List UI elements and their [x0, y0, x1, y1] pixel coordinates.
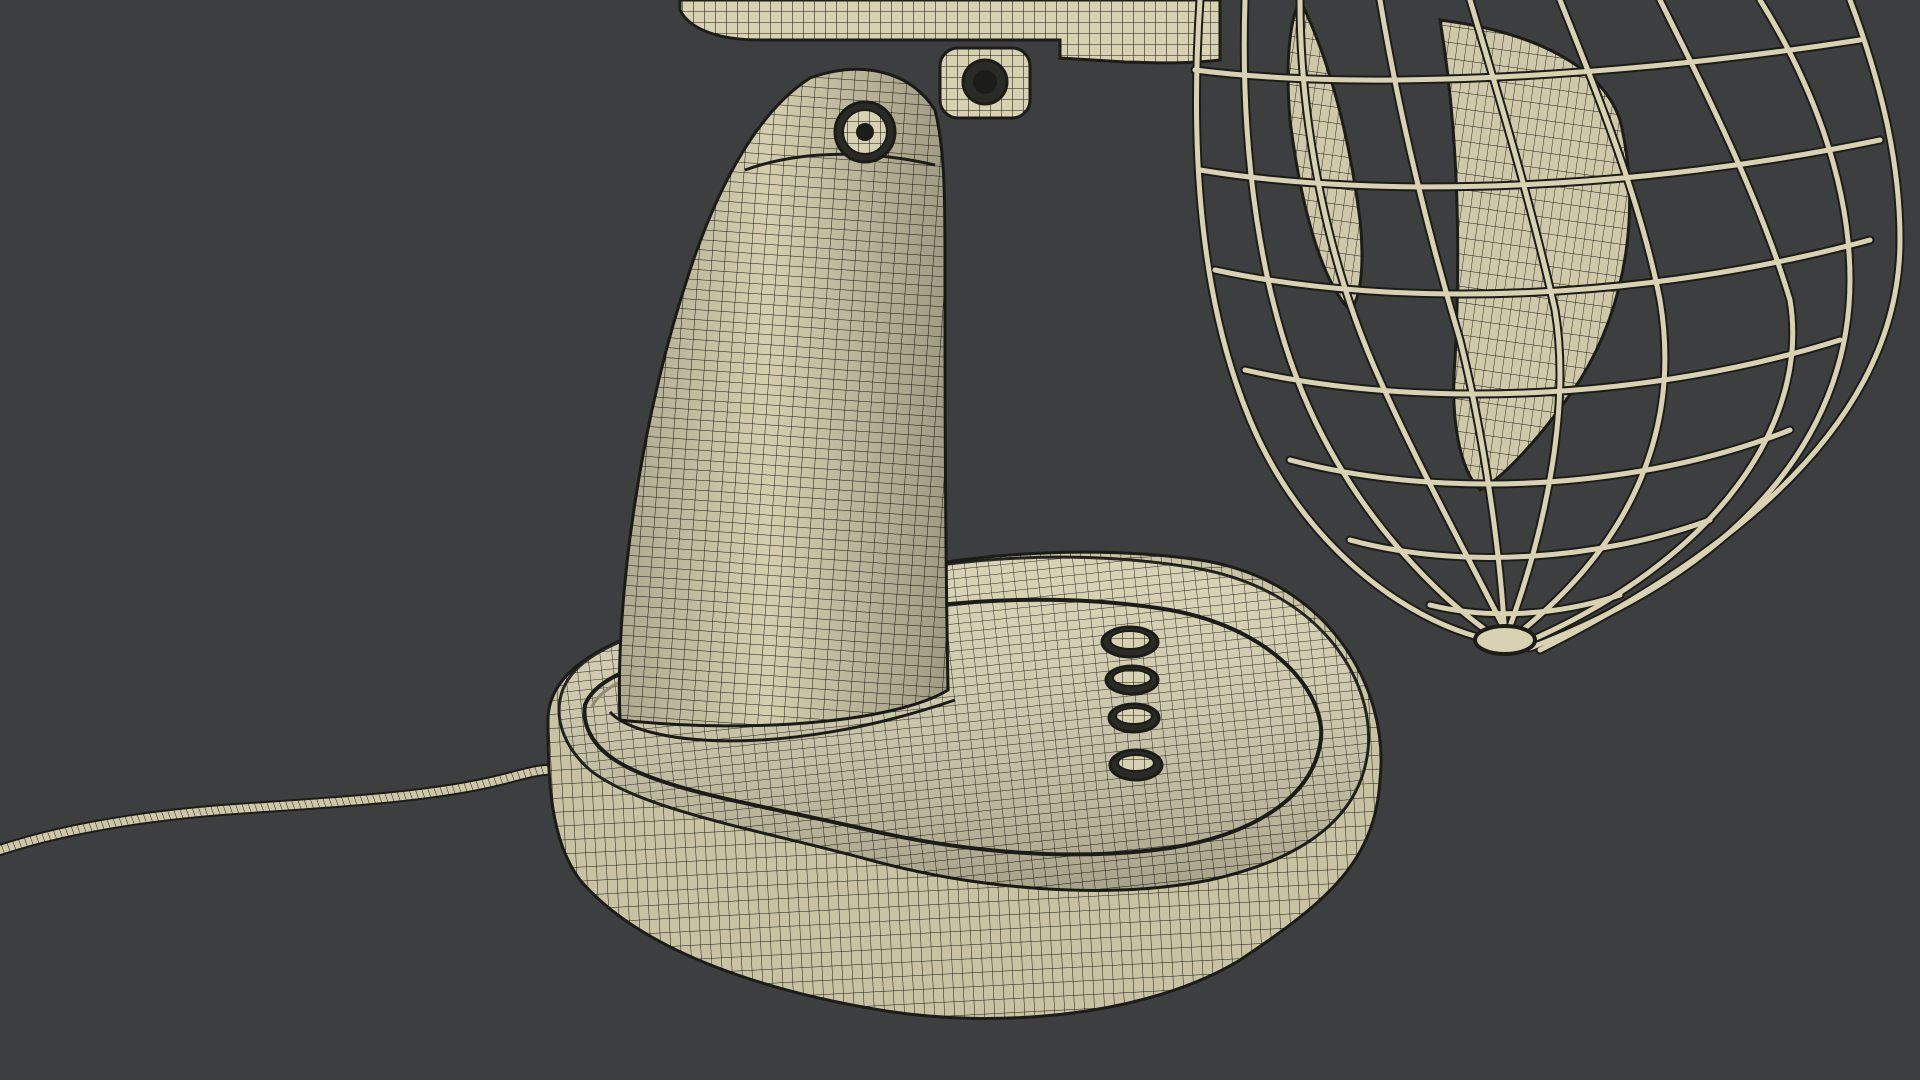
speed-button-3	[1107, 702, 1161, 734]
tilt-joint-knob	[833, 100, 897, 164]
speed-button-1	[1100, 625, 1160, 659]
speed-button-2	[1104, 664, 1160, 696]
fan-wireframe-render	[0, 0, 1920, 1080]
speed-button-4	[1108, 748, 1164, 782]
